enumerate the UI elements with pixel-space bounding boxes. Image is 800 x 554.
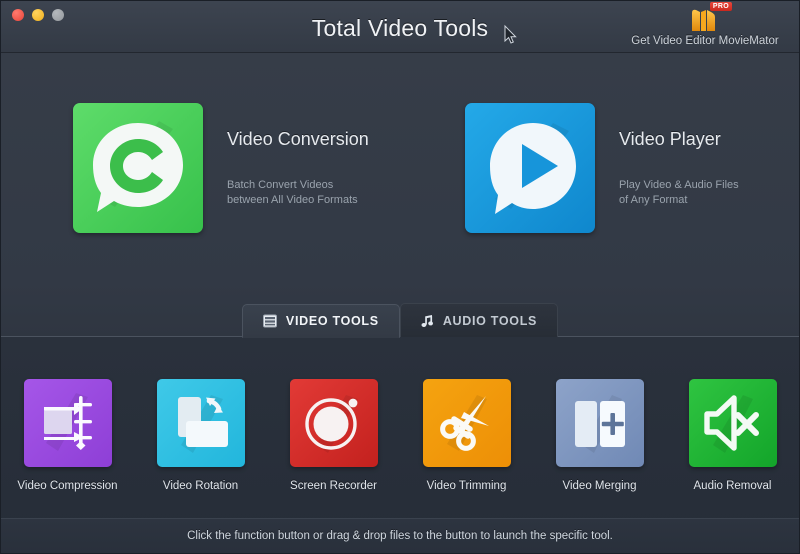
tool-label: Video Compression <box>17 480 118 492</box>
feature-subtitle-line1: Play Video & Audio Files <box>619 178 739 191</box>
pro-badge: PRO <box>709 2 732 11</box>
get-moviemator-link[interactable]: PRO Get Video Editor MovieMator <box>625 2 785 47</box>
tool-label: Screen Recorder <box>290 480 377 492</box>
feature-title: Video Player <box>619 128 721 149</box>
merge-panels-icon <box>555 379 644 467</box>
tool-video-compression[interactable]: Video Compression <box>1 379 134 492</box>
feature-subtitle: Play Video & Audio Files of Any Format <box>619 178 739 208</box>
app-window: Total Video Tools PRO Get Video Editor M… <box>0 0 800 554</box>
tool-label: Video Rotation <box>162 480 239 492</box>
moviemator-logo-icon: PRO <box>682 2 732 33</box>
mouse-cursor-icon <box>504 24 517 44</box>
rotate-icon <box>156 379 245 467</box>
feature-video-player[interactable]: Video Player Play Video & Audio Files of… <box>407 53 799 283</box>
music-note-icon <box>421 314 433 327</box>
tab-label: VIDEO TOOLS <box>285 314 379 328</box>
tab-strip: VIDEO TOOLS AUDIO TOOLS <box>1 283 799 338</box>
tab-audio-tools[interactable]: AUDIO TOOLS <box>399 303 559 337</box>
tool-video-rotation[interactable]: Video Rotation <box>134 379 267 492</box>
compress-icon <box>23 379 112 467</box>
promo-label: Get Video Editor MovieMator <box>631 35 779 47</box>
tool-label: Video Trimming <box>426 480 507 492</box>
video-conversion-icon <box>73 103 203 233</box>
tool-label: Audio Removal <box>693 480 772 492</box>
film-grid-icon <box>262 314 277 328</box>
title-bar: Total Video Tools PRO Get Video Editor M… <box>1 1 799 53</box>
tool-video-merging[interactable]: Video Merging <box>533 379 666 492</box>
featured-section: Video Conversion Batch Convert Videos be… <box>1 53 799 283</box>
speaker-mute-x-icon <box>688 379 777 467</box>
feature-subtitle-line2: between All Video Formats <box>227 193 358 206</box>
tool-audio-removal[interactable]: Audio Removal <box>666 379 799 492</box>
feature-text: Video Conversion Batch Convert Videos be… <box>227 129 369 208</box>
feature-text: Video Player Play Video & Audio Files of… <box>619 129 739 208</box>
tool-screen-recorder[interactable]: Screen Recorder <box>267 379 400 492</box>
feature-subtitle-line1: Batch Convert Videos <box>227 178 334 191</box>
feature-subtitle-line2: of Any Format <box>619 193 688 206</box>
tool-video-trimming[interactable]: Video Trimming <box>400 379 533 492</box>
feature-title: Video Conversion <box>227 128 369 149</box>
record-circle-icon <box>289 379 378 467</box>
scissors-icon <box>422 379 511 467</box>
status-text: Click the function button or drag & drop… <box>187 530 613 542</box>
feature-video-conversion[interactable]: Video Conversion Batch Convert Videos be… <box>1 53 407 283</box>
tab-video-tools[interactable]: VIDEO TOOLS <box>241 304 400 338</box>
tool-label: Video Merging <box>562 480 637 492</box>
status-bar: Click the function button or drag & drop… <box>1 518 799 553</box>
tab-label: AUDIO TOOLS <box>442 313 538 328</box>
video-player-icon <box>465 103 595 233</box>
feature-subtitle: Batch Convert Videos between All Video F… <box>227 178 369 208</box>
